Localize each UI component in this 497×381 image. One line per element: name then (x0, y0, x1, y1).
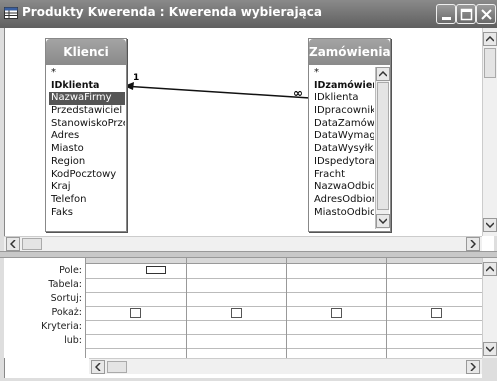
scroll-thumb[interactable] (107, 361, 127, 373)
show-checkbox[interactable] (130, 308, 141, 318)
chevron-up-icon (379, 71, 387, 77)
field-item-key[interactable]: IDklienta (49, 80, 125, 93)
table-klienci-header[interactable]: Klienci (46, 39, 126, 65)
scroll-thumb[interactable] (484, 48, 496, 78)
chevron-right-icon (470, 240, 476, 248)
table-zamowienia[interactable]: Zamówienia * IDzamówienia IDklienta IDpr… (308, 38, 391, 232)
row-label-or: lub: (64, 335, 82, 346)
diagram-vertical-scrollbar[interactable] (482, 28, 497, 236)
grid-row-labels: Pole: Tabela: Sortuj: Pokaż: Kryteria: l… (4, 258, 84, 358)
chevron-left-icon (10, 240, 16, 248)
chevron-up-icon (486, 266, 494, 272)
field-item[interactable]: IDspedytora (312, 156, 374, 169)
field-item[interactable]: Miasto (49, 143, 125, 156)
show-checkbox[interactable] (231, 308, 242, 318)
field-item[interactable]: NazwaOdbiorcy (312, 181, 374, 194)
field-item-key[interactable]: IDzamówienia (312, 80, 374, 93)
field-cell[interactable] (387, 264, 482, 278)
grid-vertical-scrollbar[interactable] (482, 258, 497, 358)
scroll-up-button[interactable] (483, 262, 497, 276)
field-item[interactable]: DataWysyłki (312, 143, 374, 156)
table-zamowienia-header[interactable]: Zamówienia (309, 39, 391, 65)
field-item[interactable]: DataZamówienia (312, 118, 374, 131)
scroll-down-button[interactable] (376, 214, 390, 228)
scroll-thumb[interactable] (22, 238, 42, 250)
field-item-selected[interactable]: NazwaFirmy (49, 92, 125, 106)
row-label-sort: Sortuj: (50, 293, 82, 304)
field-item[interactable]: Faks (49, 207, 125, 220)
table-zamowienia-field-list[interactable]: * IDzamówienia IDklienta IDpracownika Da… (312, 67, 374, 219)
table-klienci-field-list[interactable]: * IDklienta NazwaFirmy Przedstawiciel St… (49, 67, 125, 219)
field-item[interactable]: Region (49, 156, 125, 169)
field-item[interactable]: * (49, 67, 125, 80)
field-item[interactable]: Fracht (312, 169, 374, 182)
scroll-up-button[interactable] (376, 67, 390, 81)
table-zamowienia-scrollbar[interactable] (375, 67, 390, 229)
query-design-window: Produkty Kwerenda : Kwerenda wybierająca… (0, 0, 497, 381)
field-item[interactable]: Telefon (49, 194, 125, 207)
row-label-criteria: Kryteria: (41, 321, 82, 332)
field-item[interactable]: * (312, 67, 374, 80)
chevron-down-icon (379, 218, 387, 224)
scroll-left-button[interactable] (6, 237, 20, 251)
grid-horizontal-scrollbar[interactable] (89, 358, 482, 374)
chevron-left-icon (95, 363, 101, 371)
row-label-table: Tabela: (48, 279, 82, 290)
field-cell[interactable] (187, 264, 286, 278)
field-item[interactable]: StanowiskoPrzedst (49, 118, 125, 131)
show-checkbox[interactable] (331, 308, 342, 318)
chevron-up-icon (486, 36, 494, 42)
field-cell[interactable] (287, 264, 386, 278)
chevron-right-icon (470, 363, 476, 371)
field-item[interactable]: DataWymagana (312, 130, 374, 143)
field-item[interactable]: IDpracownika (312, 105, 374, 118)
scroll-down-button[interactable] (483, 218, 497, 232)
field-item[interactable]: IDklienta (312, 92, 374, 105)
scroll-up-button[interactable] (483, 32, 497, 46)
scroll-right-button[interactable] (466, 237, 480, 251)
scroll-left-button[interactable] (91, 360, 105, 374)
chevron-down-icon (486, 222, 494, 228)
field-item[interactable]: Przedstawiciel (49, 105, 125, 118)
row-label-field: Pole: (59, 265, 82, 276)
relationship-one-label: 1 (133, 73, 140, 83)
chevron-down-icon (486, 346, 494, 352)
field-cell[interactable] (86, 264, 186, 278)
row-label-show: Pokaż: (51, 307, 82, 318)
table-klienci[interactable]: Klienci * IDklienta NazwaFirmy Przedstaw… (45, 38, 127, 232)
scroll-down-button[interactable] (483, 342, 497, 356)
relationship-many-label: ∞ (293, 86, 303, 100)
show-checkbox[interactable] (431, 308, 442, 318)
scroll-thumb[interactable] (377, 82, 389, 210)
field-item[interactable]: KodPocztowy (49, 169, 125, 182)
field-item[interactable]: AdresOdbiorcy (312, 194, 374, 207)
field-item[interactable]: Kraj (49, 181, 125, 194)
field-item[interactable]: Adres (49, 130, 125, 143)
scroll-right-button[interactable] (466, 360, 480, 374)
field-item[interactable]: MiastoOdbiorcy (312, 207, 374, 220)
diagram-horizontal-scrollbar[interactable] (4, 236, 482, 251)
pane-splitter[interactable] (0, 251, 497, 258)
query-design-grid[interactable] (85, 258, 482, 358)
